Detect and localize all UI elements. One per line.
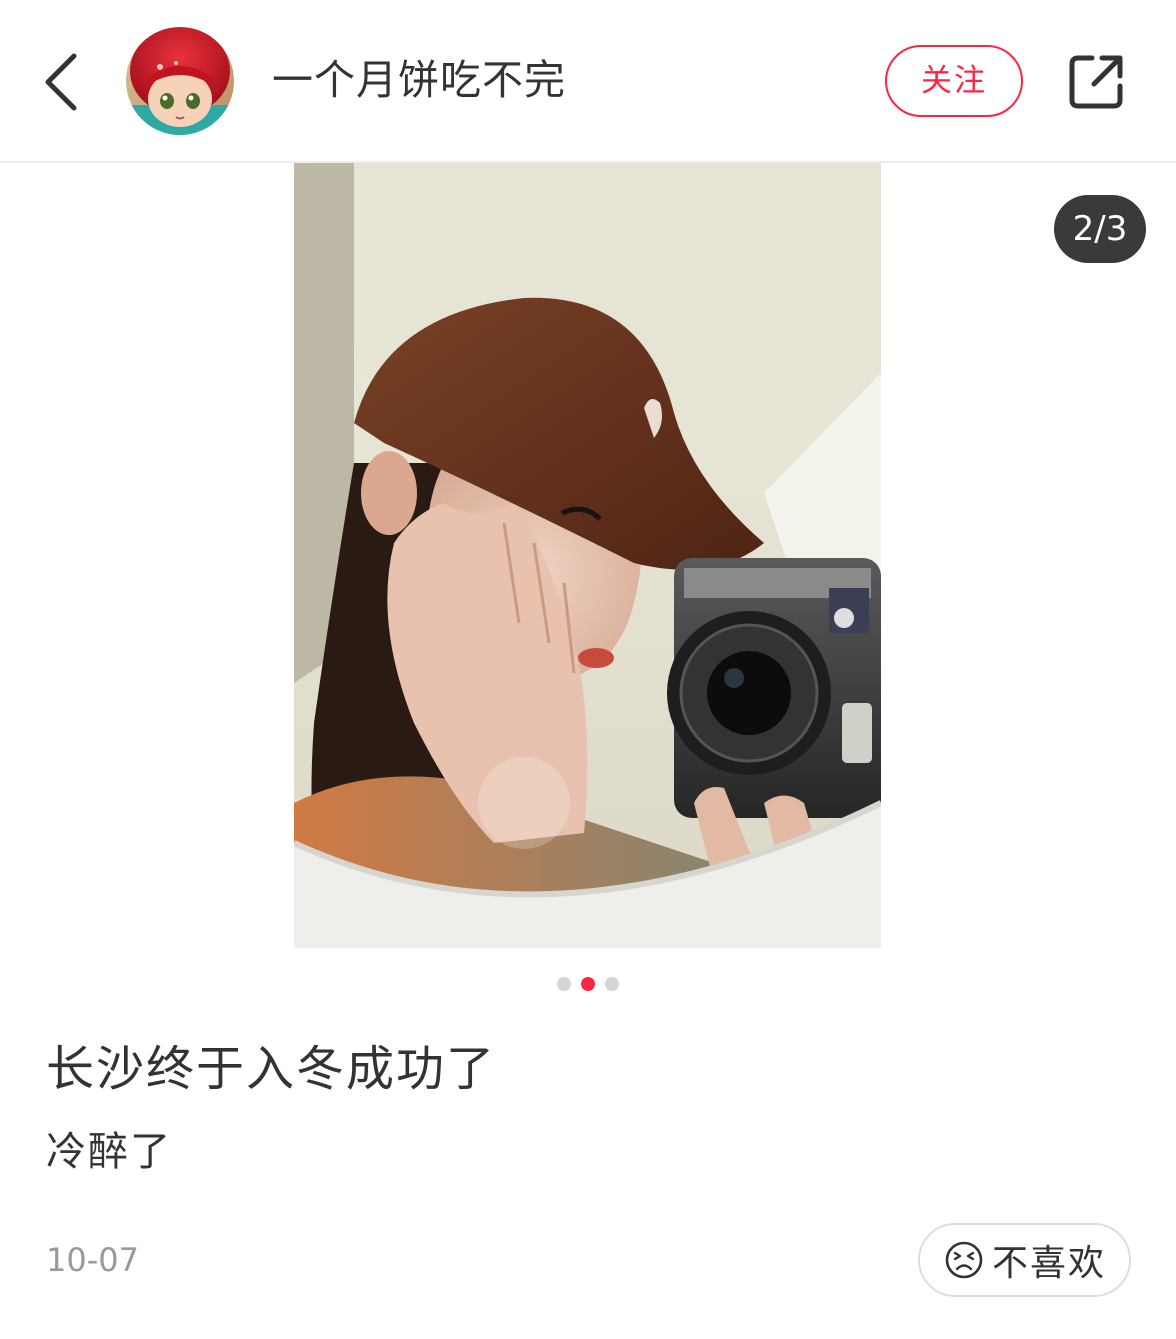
dislike-button[interactable]: 不喜欢 xyxy=(918,1223,1131,1297)
note-title: 长沙终于入冬成功了 xyxy=(46,1041,497,1097)
dislike-label: 不喜欢 xyxy=(992,1243,1107,1284)
top-nav-bar: 一个月饼吃不完 关注 xyxy=(0,0,1176,163)
share-button[interactable] xyxy=(1064,50,1128,114)
note-date: 10-07 xyxy=(46,1241,139,1279)
back-arrow-icon xyxy=(45,53,77,111)
carousel-dot-1[interactable] xyxy=(557,977,571,991)
back-button[interactable] xyxy=(34,46,90,116)
dislike-face-icon xyxy=(945,1241,983,1279)
follow-button[interactable]: 关注 xyxy=(885,45,1023,117)
carousel-dot-3[interactable] xyxy=(605,977,619,991)
avatar-image xyxy=(126,27,234,135)
author-avatar[interactable] xyxy=(126,27,234,135)
carousel-dot-2-active[interactable] xyxy=(581,977,595,991)
image-carousel[interactable]: 2/3 xyxy=(0,163,1176,948)
photo-image xyxy=(294,163,881,948)
note-description: 冷醉了 xyxy=(46,1129,172,1175)
note-photo[interactable] xyxy=(294,163,881,948)
author-name[interactable]: 一个月饼吃不完 xyxy=(272,52,566,108)
note-detail-page: 一个月饼吃不完 关注 2/3 长沙终于入冬成功了 冷醉了 10-07 不喜欢 xyxy=(0,0,1176,1339)
carousel-indicator xyxy=(0,977,1176,993)
share-icon xyxy=(1069,55,1123,109)
image-page-counter: 2/3 xyxy=(1054,195,1146,263)
